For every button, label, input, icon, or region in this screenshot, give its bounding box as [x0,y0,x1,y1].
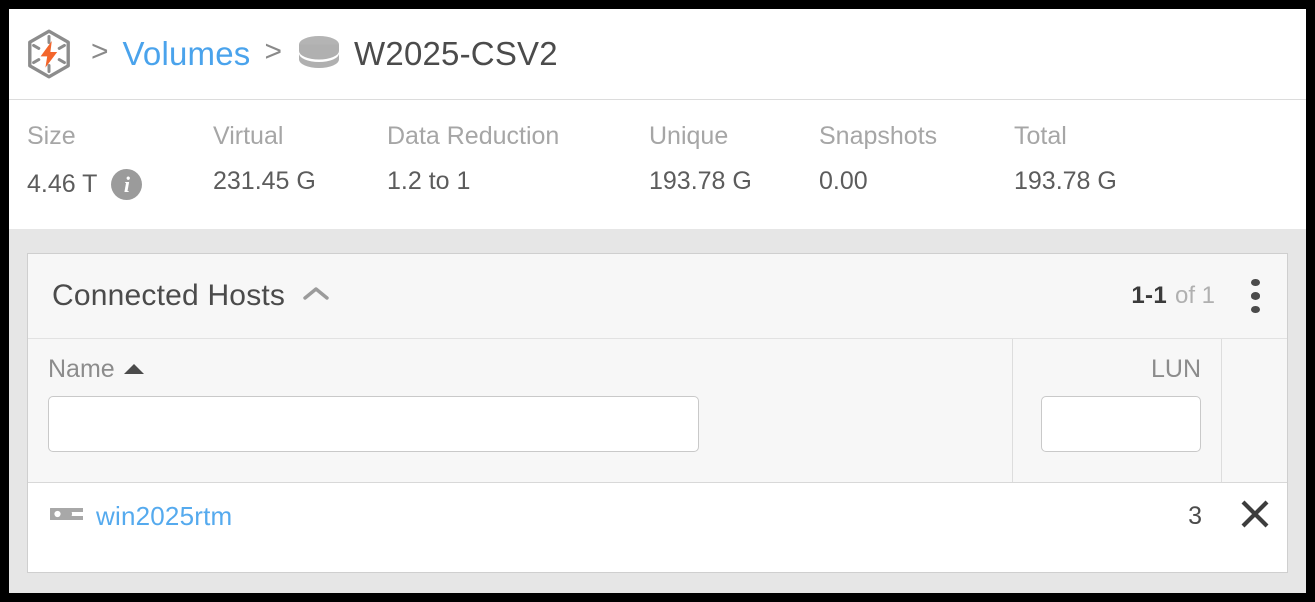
stat-label: Snapshots [819,122,938,150]
breadcrumb-separator-2: > [264,35,283,68]
column-header-actions [1222,339,1287,482]
stat-value: 4.46 T [27,170,98,198]
kebab-dot [1250,279,1260,287]
column-header-name[interactable]: Name [28,339,1013,482]
panel-area: Connected Hosts 1-1 of 1 Name LUN win202… [9,229,1306,573]
cell-actions [1222,483,1287,550]
column-header-name-label: Name [48,357,147,382]
stat-size: Size 4.46 T i [27,124,213,200]
lun-value: 3 [1188,502,1202,530]
breadcrumb-current: W2025-CSV2 [296,34,558,75]
name-filter-input[interactable] [48,396,699,452]
cell-name: win2025rtm [28,483,1013,550]
stat-virtual: Virtual 231.45 G [213,124,387,194]
stat-value-row: 231.45 G [213,169,387,194]
stat-value: 193.78 G [1014,167,1117,195]
stat-value-row: 0.00 [819,169,1014,194]
stat-label: Unique [649,122,729,150]
kebab-menu-icon[interactable] [1241,276,1269,316]
kebab-dot [1250,292,1260,300]
breadcrumb-separator-1: > [91,35,109,68]
panel-title: Connected Hosts [52,279,286,312]
stat-unique: Unique 193.78 G [649,124,819,194]
stat-total: Total 193.78 G [1014,124,1117,194]
stat-value: 193.78 G [649,167,752,195]
column-header-lun[interactable]: LUN [1013,339,1222,482]
volume-stats-strip: Size 4.46 T i Virtual 231.45 G Data Redu… [9,100,1306,229]
sort-ascending-icon[interactable] [121,357,147,382]
stat-label: Size [27,122,76,150]
disconnect-x-icon[interactable] [1237,496,1273,537]
stat-label: Data Reduction [387,122,560,150]
column-label-text: LUN [1150,355,1201,383]
breadcrumb-current-label: W2025-CSV2 [354,35,558,72]
table-row[interactable]: win2025rtm 3 [28,483,1287,550]
chevron-up-icon[interactable] [301,284,331,309]
stat-value: 231.45 G [213,167,316,195]
column-label-text: Name [48,355,115,383]
stat-value-row: 4.46 T i [27,169,213,200]
cell-lun: 3 [1013,483,1222,550]
connected-hosts-panel: Connected Hosts 1-1 of 1 Name LUN win202… [27,253,1288,573]
lun-filter-input[interactable] [1041,396,1201,452]
panel-header: Connected Hosts 1-1 of 1 [28,254,1287,339]
host-icon [49,505,84,528]
stat-data-reduction: Data Reduction 1.2 to 1 [387,124,649,194]
column-header-lun-label: LUN [1151,357,1201,382]
pagination-total: of 1 [1174,282,1215,309]
stat-value: 1.2 to 1 [387,167,471,195]
breadcrumb: > Volumes > W2025-CSV2 [9,9,1306,100]
stat-label: Virtual [213,122,284,150]
stat-label: Total [1014,122,1067,150]
breadcrumb-link-volumes[interactable]: Volumes [123,35,251,73]
stat-value-row: 193.78 G [649,169,819,194]
stat-value-row: 193.78 G [1014,169,1117,194]
volume-cylinder-icon [296,34,342,75]
stat-snapshots: Snapshots 0.00 [819,124,1014,194]
host-name-link[interactable]: win2025rtm [96,501,232,532]
pure-storage-hex-bolt-logo-icon[interactable] [21,26,77,82]
application-window: > Volumes > W2025-CSV2 Size 4.46 T i Vir… [9,9,1306,593]
stat-value: 0.00 [819,167,868,195]
info-icon[interactable]: i [111,169,143,200]
kebab-dot [1250,305,1260,313]
stat-value-row: 1.2 to 1 [387,169,649,194]
pagination-indicator: 1-1 of 1 [1131,282,1215,310]
pagination-range: 1-1 [1131,282,1167,309]
table-header-row: Name LUN [28,339,1287,483]
